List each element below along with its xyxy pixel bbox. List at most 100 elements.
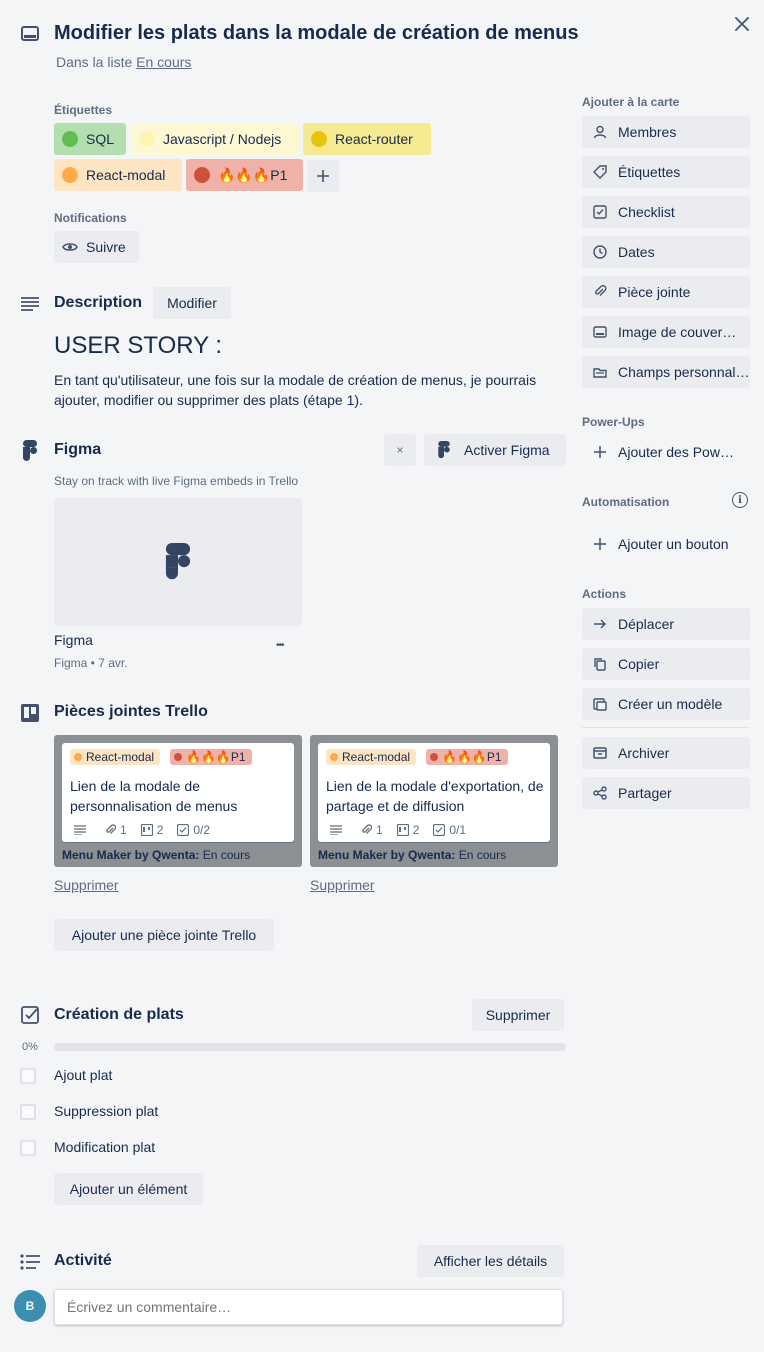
label-chip[interactable]: React-router bbox=[303, 123, 431, 155]
card-title: Lien de la modale d'exportation, de part… bbox=[326, 778, 544, 814]
checklist-progress-bar bbox=[54, 1043, 566, 1051]
add-to-card-custom-fields-button[interactable]: Champs personnal… bbox=[582, 356, 750, 388]
label-color-dot bbox=[62, 131, 78, 147]
description-icon bbox=[20, 294, 40, 314]
activate-figma-button[interactable]: Activer Figma bbox=[424, 434, 566, 466]
card-badges: 1 2 0/1 bbox=[330, 823, 480, 837]
action-arrow-right-button[interactable]: Déplacer bbox=[582, 608, 750, 640]
label-chip[interactable]: SQL bbox=[54, 123, 126, 155]
list-link[interactable]: En cours bbox=[136, 54, 191, 70]
add-powerups-label: Ajouter des Pow… bbox=[618, 444, 734, 460]
close-icon bbox=[735, 17, 749, 31]
label-dot bbox=[174, 753, 182, 761]
close-button[interactable] bbox=[730, 12, 754, 36]
add-label-button[interactable] bbox=[307, 160, 339, 192]
add-trello-attachment-button[interactable]: Ajouter une pièce jointe Trello bbox=[54, 919, 274, 951]
sidebar-item-label: Copier bbox=[618, 656, 660, 672]
checklist-icon bbox=[592, 204, 608, 220]
paperclip-icon bbox=[106, 824, 116, 834]
add-button-label: Ajouter un bouton bbox=[618, 536, 729, 552]
card-icon bbox=[20, 24, 40, 44]
trello-card[interactable]: React-modal 🔥🔥🔥P1 Lien de la modale de per… bbox=[62, 743, 294, 842]
label-text: Javascript / Nodejs bbox=[163, 131, 282, 147]
checklist-heading: Création de plats bbox=[54, 1006, 184, 1023]
share-button[interactable]: Partager bbox=[582, 777, 750, 809]
checkbox-icon bbox=[177, 824, 190, 836]
plus-icon bbox=[592, 444, 608, 460]
label-chip[interactable]: 🔥🔥🔥P1 bbox=[186, 159, 303, 191]
card-label: React-modal bbox=[326, 749, 417, 765]
add-to-card-paperclip-button[interactable]: Pièce jointe bbox=[582, 276, 750, 308]
labels-heading: Étiquettes bbox=[54, 103, 113, 117]
trello-card[interactable]: React-modal 🔥🔥🔥P1 Lien de la modale d'expo… bbox=[318, 743, 550, 842]
checkbox-icon bbox=[433, 824, 446, 836]
comment-input[interactable] bbox=[54, 1289, 563, 1325]
add-checklist-item-button[interactable]: Ajouter un élément bbox=[54, 1173, 203, 1205]
follow-button[interactable]: Suivre bbox=[54, 231, 139, 263]
member-icon bbox=[592, 124, 608, 140]
label-chip[interactable]: React-modal bbox=[54, 159, 182, 191]
remove-attachment-link[interactable]: Supprimer bbox=[54, 877, 119, 893]
figma-tagline: Stay on track with live Figma embeds in … bbox=[54, 474, 299, 488]
checklist-item-label[interactable]: Suppression plat bbox=[54, 1103, 158, 1119]
checklist-item-label[interactable]: Modification plat bbox=[54, 1139, 155, 1155]
avatar[interactable]: B bbox=[14, 1290, 46, 1322]
card-list-info: Dans la liste En cours bbox=[56, 54, 191, 70]
add-to-card-label-button[interactable]: Étiquettes bbox=[582, 156, 750, 188]
info-icon[interactable]: i bbox=[732, 492, 748, 508]
cards-badge: 2 bbox=[396, 823, 420, 837]
description-badge-icon bbox=[330, 825, 346, 835]
action-template-button[interactable]: Créer un modèle bbox=[582, 688, 750, 720]
figma-more-button[interactable]: ••• bbox=[276, 640, 284, 651]
archive-button[interactable]: Archiver bbox=[582, 737, 750, 769]
card-title[interactable]: Modifier les plats dans la modale de cré… bbox=[54, 22, 579, 45]
list-prefix: Dans la liste bbox=[56, 54, 133, 70]
activity-heading: Activité bbox=[54, 1252, 112, 1269]
attachment-count: 1 bbox=[120, 823, 127, 837]
description-heading: Description bbox=[54, 294, 143, 311]
cards-count: 2 bbox=[156, 823, 164, 837]
activate-figma-label: Activer Figma bbox=[464, 442, 550, 458]
cards-badge: 2 bbox=[140, 823, 164, 837]
list-name: En cours bbox=[202, 848, 251, 862]
add-to-card-clock-button[interactable]: Dates bbox=[582, 236, 750, 268]
card-board-info: Menu Maker by Qwenta: En cours bbox=[318, 848, 506, 862]
checklist-count: 0/1 bbox=[449, 823, 467, 837]
checklist-checkbox[interactable] bbox=[20, 1104, 36, 1120]
figma-preview-tile[interactable] bbox=[54, 498, 302, 626]
sidebar-item-label: Champs personnal… bbox=[618, 364, 750, 380]
card-label: 🔥🔥🔥P1 bbox=[426, 749, 508, 765]
story-text: En tant qu'utilisateur, une fois sur la … bbox=[54, 372, 537, 408]
add-button-button[interactable]: Ajouter un bouton bbox=[582, 528, 750, 560]
add-to-card-card-cover-button[interactable]: Image de couver… bbox=[582, 316, 750, 348]
trello-icon bbox=[140, 824, 153, 836]
custom-fields-icon bbox=[592, 364, 608, 380]
list-name: En cours bbox=[458, 848, 507, 862]
label-chip[interactable]: Javascript / Nodejs bbox=[131, 123, 299, 155]
add-powerups-button[interactable]: Ajouter des Pow… bbox=[582, 436, 750, 468]
label-color-dot bbox=[194, 167, 210, 183]
delete-checklist-button[interactable]: Supprimer bbox=[472, 999, 564, 1031]
card-board-info: Menu Maker by Qwenta: En cours bbox=[62, 848, 250, 862]
checklist-checkbox[interactable] bbox=[20, 1068, 36, 1084]
add-to-card-member-button[interactable]: Membres bbox=[582, 116, 750, 148]
edit-description-button[interactable]: Modifier bbox=[153, 287, 231, 319]
checklist-item-label[interactable]: Ajout plat bbox=[54, 1067, 112, 1083]
label-text: React-modal bbox=[86, 167, 166, 183]
remove-attachment-link[interactable]: Supprimer bbox=[310, 877, 375, 893]
figma-close-button[interactable]: × bbox=[384, 434, 416, 466]
label-dot bbox=[330, 753, 338, 761]
plus-icon bbox=[317, 170, 329, 182]
show-details-button[interactable]: Afficher les détails bbox=[417, 1245, 564, 1277]
action-copy-button[interactable]: Copier bbox=[582, 648, 750, 680]
template-icon bbox=[592, 696, 608, 712]
figma-tile-title[interactable]: Figma bbox=[54, 632, 93, 648]
card-title: Lien de la modale de personnalisation de… bbox=[70, 778, 238, 814]
label-dot bbox=[430, 753, 438, 761]
add-to-card-checklist-button[interactable]: Checklist bbox=[582, 196, 750, 228]
checklist-checkbox[interactable] bbox=[20, 1140, 36, 1156]
trello-card-attachment[interactable]: React-modal 🔥🔥🔥P1 Lien de la modale d'expo… bbox=[310, 735, 558, 867]
cards-count: 2 bbox=[412, 823, 420, 837]
label-text: 🔥🔥🔥P1 bbox=[218, 166, 288, 183]
trello-card-attachment[interactable]: React-modal 🔥🔥🔥P1 Lien de la modale de per… bbox=[54, 735, 302, 867]
